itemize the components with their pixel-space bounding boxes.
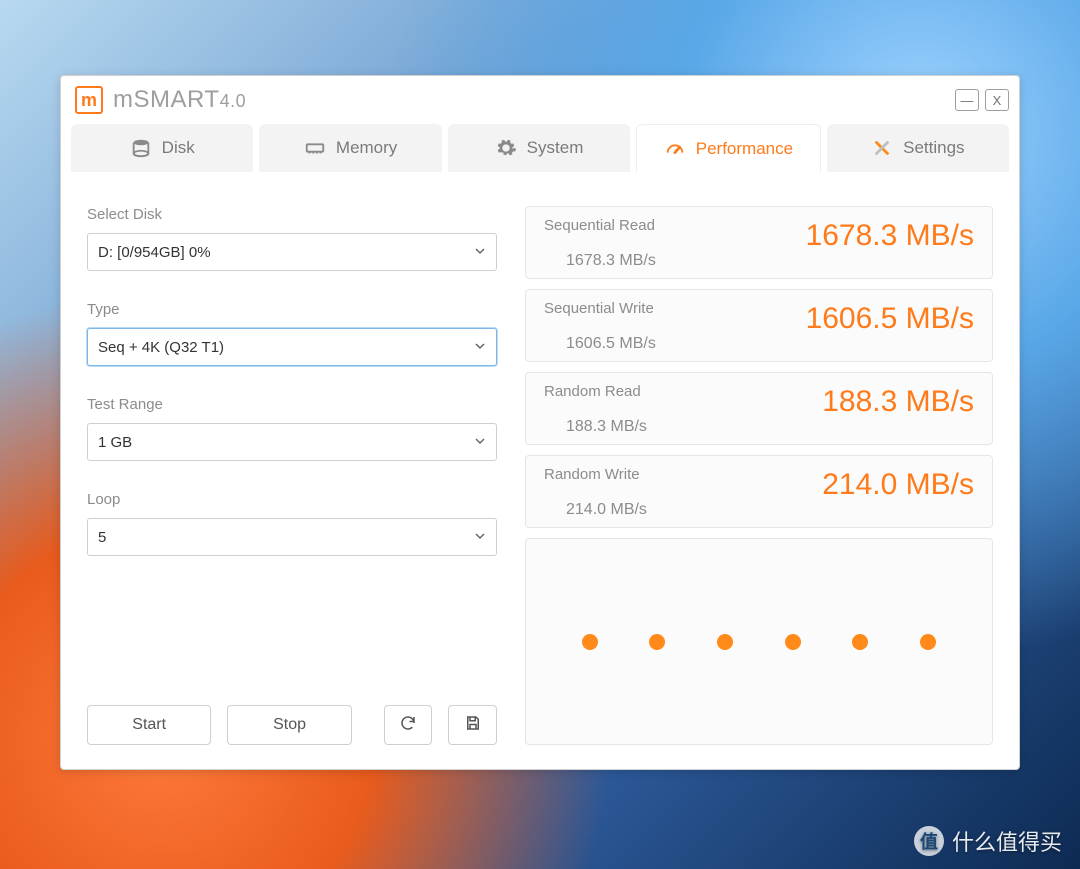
- type-dropdown[interactable]: Seq + 4K (Q32 T1): [87, 328, 497, 366]
- progress-dots-card: [525, 538, 993, 745]
- save-button[interactable]: [448, 705, 497, 745]
- desktop-background: m mSMART4.0 — X Disk: [0, 0, 1080, 869]
- refresh-icon: [399, 714, 417, 737]
- action-row: Start Stop: [87, 705, 497, 745]
- metric-random-write: Random Write 214.0 MB/s 214.0 MB/s: [525, 455, 993, 528]
- progress-dot: [785, 634, 801, 650]
- loop-label: Loop: [87, 491, 497, 508]
- close-icon: X: [993, 93, 1002, 108]
- progress-dot: [582, 634, 598, 650]
- stop-button[interactable]: Stop: [227, 705, 351, 745]
- metric-sub: 1678.3 MB/s: [566, 252, 974, 270]
- metric-value: 188.3 MB/s: [822, 385, 974, 419]
- test-range-label: Test Range: [87, 396, 497, 413]
- titlebar: m mSMART4.0 — X: [61, 76, 1019, 124]
- select-disk-label: Select Disk: [87, 206, 497, 223]
- type-value: Seq + 4K (Q32 T1): [98, 339, 224, 356]
- metric-value: 1606.5 MB/s: [806, 302, 974, 336]
- metric-sequential-read: Sequential Read 1678.3 MB/s 1678.3 MB/s: [525, 206, 993, 279]
- metric-value: 214.0 MB/s: [822, 468, 974, 502]
- refresh-button[interactable]: [384, 705, 433, 745]
- chevron-down-icon: [474, 529, 486, 546]
- tab-settings[interactable]: Settings: [827, 124, 1009, 172]
- loop-dropdown[interactable]: 5: [87, 518, 497, 556]
- tab-label: Memory: [336, 138, 397, 158]
- metric-sub: 188.3 MB/s: [566, 418, 974, 436]
- settings-icon: [871, 137, 893, 159]
- app-title: mSMART4.0: [113, 86, 246, 114]
- progress-dot: [717, 634, 733, 650]
- test-range-value: 1 GB: [98, 434, 132, 451]
- controls-panel: Select Disk D: [0/954GB] 0% Type Seq + 4…: [87, 206, 497, 745]
- tab-system[interactable]: System: [448, 124, 630, 172]
- metric-sub: 1606.5 MB/s: [566, 335, 974, 353]
- tab-disk[interactable]: Disk: [71, 124, 253, 172]
- loop-value: 5: [98, 529, 106, 546]
- start-button[interactable]: Start: [87, 705, 211, 745]
- watermark: 值 什么值得买: [914, 825, 1062, 857]
- start-label: Start: [132, 716, 166, 734]
- chevron-down-icon: [474, 434, 486, 451]
- tab-label: System: [527, 138, 584, 158]
- save-icon: [464, 714, 482, 737]
- tab-label: Disk: [162, 138, 195, 158]
- minimize-icon: —: [961, 93, 974, 108]
- window-controls: — X: [955, 89, 1009, 111]
- app-logo-icon: m: [75, 86, 103, 114]
- select-disk-value: D: [0/954GB] 0%: [98, 244, 211, 261]
- test-range-dropdown[interactable]: 1 GB: [87, 423, 497, 461]
- select-disk-dropdown[interactable]: D: [0/954GB] 0%: [87, 233, 497, 271]
- metric-sub: 214.0 MB/s: [566, 501, 974, 519]
- metric-value: 1678.3 MB/s: [806, 219, 974, 253]
- tab-memory[interactable]: Memory: [259, 124, 441, 172]
- disk-icon: [130, 137, 152, 159]
- tab-label: Performance: [696, 139, 793, 159]
- watermark-text: 什么值得买: [952, 825, 1062, 857]
- watermark-badge-icon: 值: [914, 826, 944, 856]
- app-logo-letter: m: [81, 90, 97, 111]
- gauge-icon: [664, 138, 686, 160]
- app-name-text: mSMART: [113, 86, 220, 113]
- tab-label: Settings: [903, 138, 964, 158]
- close-button[interactable]: X: [985, 89, 1009, 111]
- app-version-text: 4.0: [220, 91, 247, 111]
- app-window: m mSMART4.0 — X Disk: [60, 75, 1020, 770]
- stop-label: Stop: [273, 716, 306, 734]
- chevron-down-icon: [474, 339, 486, 356]
- tab-bar: Disk Memory System Performance: [61, 124, 1019, 172]
- type-label: Type: [87, 301, 497, 318]
- memory-icon: [304, 137, 326, 159]
- metric-sequential-write: Sequential Write 1606.5 MB/s 1606.5 MB/s: [525, 289, 993, 362]
- progress-dot: [852, 634, 868, 650]
- progress-dot: [920, 634, 936, 650]
- content-area: Select Disk D: [0/954GB] 0% Type Seq + 4…: [61, 172, 1019, 769]
- progress-dot: [649, 634, 665, 650]
- watermark-badge-text: 值: [920, 828, 938, 854]
- results-panel: Sequential Read 1678.3 MB/s 1678.3 MB/s …: [525, 206, 993, 745]
- chevron-down-icon: [474, 244, 486, 261]
- gear-icon: [495, 137, 517, 159]
- minimize-button[interactable]: —: [955, 89, 979, 111]
- tab-performance[interactable]: Performance: [636, 124, 820, 172]
- metric-random-read: Random Read 188.3 MB/s 188.3 MB/s: [525, 372, 993, 445]
